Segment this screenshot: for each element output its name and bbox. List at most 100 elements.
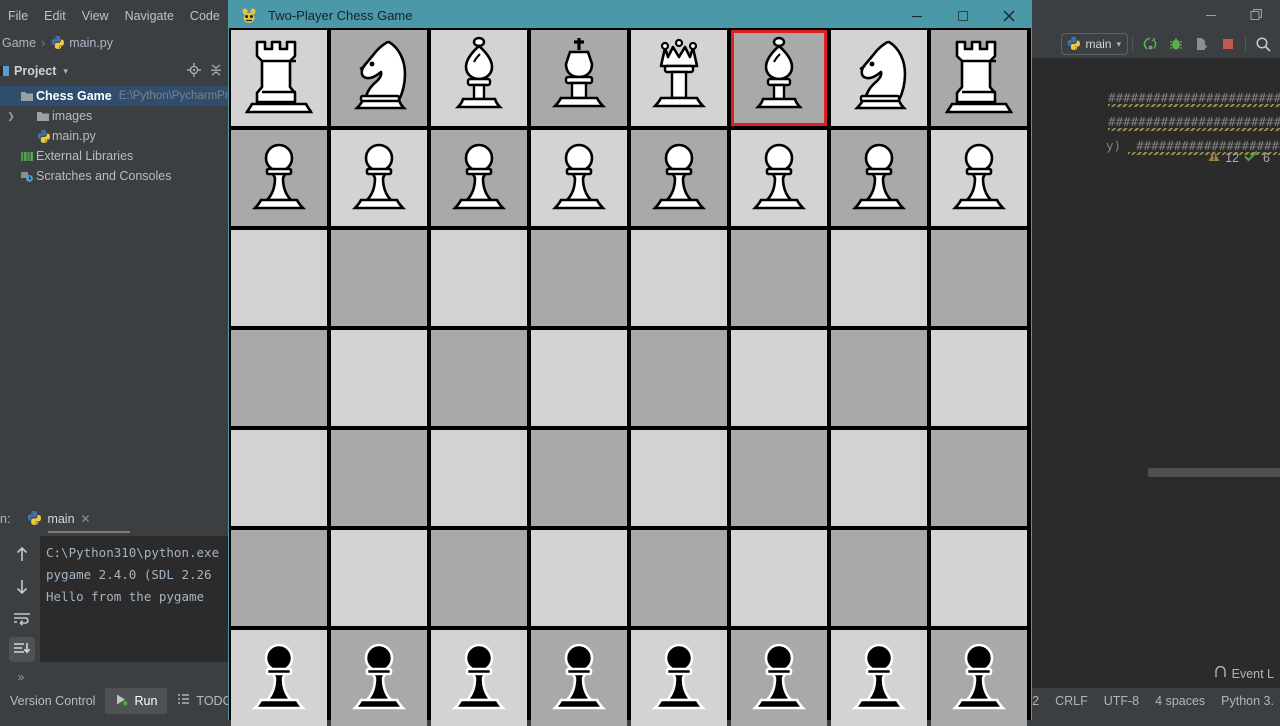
board-square[interactable] <box>531 130 627 226</box>
board-square[interactable] <box>731 530 827 626</box>
board-square[interactable] <box>631 530 727 626</box>
run-console-output[interactable]: C:\Python310\python.exe pygame 2.4.0 (SD… <box>40 536 228 662</box>
menu-item-code[interactable]: Code <box>182 7 228 25</box>
interpreter-setting[interactable]: Python 3. <box>1221 694 1274 708</box>
board-square[interactable] <box>631 430 727 526</box>
board-square[interactable] <box>231 30 327 126</box>
tree-item-main-py[interactable]: main.py <box>0 126 228 146</box>
board-square[interactable] <box>931 30 1027 126</box>
board-square[interactable] <box>631 30 727 126</box>
board-square[interactable] <box>431 530 527 626</box>
pygame-minimize-button[interactable] <box>894 0 940 31</box>
board-square[interactable] <box>831 630 927 726</box>
board-square[interactable] <box>231 630 327 726</box>
stop-icon[interactable] <box>1215 32 1241 56</box>
menu-item-view[interactable]: View <box>74 7 117 25</box>
breadcrumb-project[interactable]: Game <box>2 36 36 50</box>
board-square[interactable] <box>431 30 527 126</box>
debug-icon[interactable] <box>1163 32 1189 56</box>
board-square[interactable] <box>431 130 527 226</box>
board-square[interactable] <box>531 230 627 326</box>
ide-minimize-button[interactable] <box>1188 0 1234 30</box>
board-square[interactable] <box>931 230 1027 326</box>
board-square[interactable] <box>331 230 427 326</box>
board-square[interactable] <box>831 530 927 626</box>
search-icon[interactable] <box>1250 32 1276 56</box>
breadcrumb-file[interactable]: main.py <box>69 36 113 50</box>
board-square[interactable] <box>731 630 827 726</box>
board-square[interactable] <box>531 330 627 426</box>
board-square[interactable] <box>831 330 927 426</box>
menu-item-edit[interactable]: Edit <box>36 7 74 25</box>
board-square[interactable] <box>531 30 627 126</box>
pygame-title-bar[interactable]: Two-Player Chess Game <box>228 0 1032 31</box>
board-square[interactable] <box>931 430 1027 526</box>
pygame-close-button[interactable] <box>986 0 1032 31</box>
board-square[interactable] <box>231 330 327 426</box>
menu-item-navigate[interactable]: Navigate <box>117 7 182 25</box>
run-configuration-selector[interactable]: main ▾ <box>1061 33 1128 55</box>
board-square[interactable] <box>731 430 827 526</box>
up-arrow-icon[interactable] <box>9 542 35 568</box>
board-square[interactable] <box>431 630 527 726</box>
chevron-right-icon[interactable]: ❯ <box>4 111 18 122</box>
board-square[interactable] <box>931 130 1027 226</box>
board-square[interactable] <box>731 130 827 226</box>
board-square[interactable] <box>331 330 427 426</box>
board-square[interactable] <box>431 430 527 526</box>
chevron-down-icon[interactable]: ▾ <box>63 66 68 77</box>
board-square[interactable] <box>731 230 827 326</box>
coverage-icon[interactable] <box>1189 32 1215 56</box>
board-square[interactable] <box>831 430 927 526</box>
board-square[interactable] <box>431 330 527 426</box>
board-square[interactable] <box>631 330 727 426</box>
board-square[interactable] <box>231 430 327 526</box>
board-square[interactable] <box>931 330 1027 426</box>
status-button-run[interactable]: Run <box>105 688 168 714</box>
down-arrow-icon[interactable] <box>9 574 35 600</box>
line-separator[interactable]: CRLF <box>1055 694 1088 708</box>
board-square[interactable] <box>331 430 427 526</box>
board-square[interactable] <box>531 530 627 626</box>
board-square[interactable] <box>431 230 527 326</box>
board-square[interactable] <box>831 130 927 226</box>
indent-setting[interactable]: 4 spaces <box>1155 694 1205 708</box>
board-square[interactable] <box>831 30 927 126</box>
board-square[interactable] <box>331 130 427 226</box>
board-square[interactable] <box>231 530 327 626</box>
board-square[interactable] <box>331 530 427 626</box>
soft-wrap-icon[interactable] <box>9 605 35 631</box>
scroll-to-end-icon[interactable] <box>9 636 35 662</box>
board-square[interactable] <box>231 130 327 226</box>
tree-item-external-libraries[interactable]: External Libraries <box>0 146 228 166</box>
locate-icon[interactable] <box>186 62 202 81</box>
board-square[interactable] <box>831 230 927 326</box>
chevron-down-icon[interactable]: ▾ <box>1116 39 1121 50</box>
run-tab-main[interactable]: main ✕ <box>20 506 96 532</box>
chess-board[interactable] <box>229 28 1031 726</box>
inspection-widget[interactable]: 12 6 <box>1208 150 1270 165</box>
board-square[interactable] <box>531 630 627 726</box>
board-square[interactable] <box>931 530 1027 626</box>
board-square[interactable] <box>631 230 727 326</box>
tree-item-images[interactable]: ❯ images <box>0 106 228 126</box>
collapse-all-icon[interactable] <box>208 62 224 81</box>
file-encoding[interactable]: UTF-8 <box>1104 694 1139 708</box>
ide-restore-button[interactable] <box>1234 0 1280 30</box>
board-square[interactable] <box>631 130 727 226</box>
menu-item-file[interactable]: File <box>0 7 36 25</box>
pygame-maximize-button[interactable] <box>940 0 986 31</box>
board-square[interactable] <box>531 430 627 526</box>
board-square[interactable] <box>731 330 827 426</box>
board-square[interactable] <box>331 30 427 126</box>
tree-item-chess-game[interactable]: Chess Game E:\Python\PycharmProjec <box>0 86 250 106</box>
board-square[interactable] <box>231 230 327 326</box>
board-square-selected[interactable] <box>731 30 827 126</box>
close-icon[interactable]: ✕ <box>81 512 91 526</box>
tree-item-scratches-consoles[interactable]: Scratches and Consoles <box>0 166 228 186</box>
event-log-button[interactable]: Event L <box>1214 665 1274 682</box>
board-square[interactable] <box>931 630 1027 726</box>
run-more-button[interactable]: » <box>8 670 34 684</box>
editor-horizontal-scrollbar[interactable] <box>1148 468 1280 477</box>
rerun-icon[interactable] <box>1137 32 1163 56</box>
